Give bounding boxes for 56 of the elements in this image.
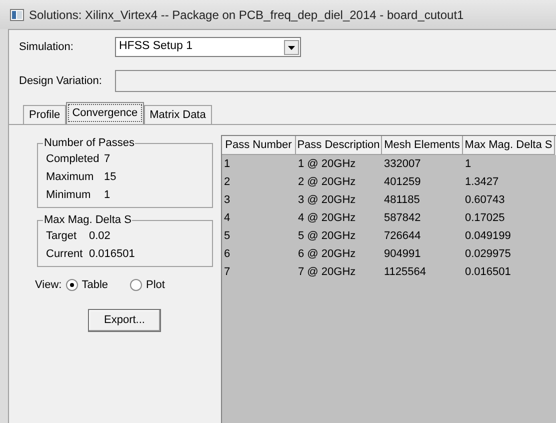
table-cell-text: 0.049199 xyxy=(464,228,512,244)
field-label: Completed xyxy=(46,152,100,167)
tab[interactable]: Matrix Data xyxy=(144,105,212,124)
column-header[interactable]: Pass Description xyxy=(296,136,382,155)
column-header[interactable]: Pass Number xyxy=(222,136,296,155)
field-value: 1 xyxy=(104,188,110,203)
field-label: Maximum xyxy=(46,170,95,185)
table-cell-text: 3 xyxy=(223,192,232,208)
table-cell-text: 6 xyxy=(223,246,232,262)
field-value: 0.016501 xyxy=(89,247,135,262)
tab[interactable]: Profile xyxy=(23,105,66,124)
design-variation-field[interactable] xyxy=(115,70,556,92)
window-icon xyxy=(10,8,24,20)
table-cell-text: 0.60743 xyxy=(464,192,506,208)
tab[interactable]: Convergence xyxy=(66,102,144,124)
column-header[interactable]: Mesh Elements xyxy=(382,136,463,155)
field-label: Target xyxy=(46,229,78,244)
table-cell-text: 1.3427 xyxy=(464,174,500,190)
table-cell-text: 0.17025 xyxy=(464,210,506,226)
table-cell-text: 4 xyxy=(223,210,232,226)
simulation-dropdown[interactable]: HFSS Setup 1 xyxy=(115,37,301,57)
table-cell-text: 7 @ 20GHz xyxy=(297,264,357,280)
table-cell-text: 726644 xyxy=(383,228,422,244)
table-cell-text: 0.029975 xyxy=(464,246,512,262)
table-cell-text: 401259 xyxy=(383,174,422,190)
group-title: Max Mag. Delta S xyxy=(43,214,132,227)
table-cell-text: 2 @ 20GHz xyxy=(297,174,357,190)
window-title: Solutions: Xilinx_Virtex4 -- Package on PCB_freq_dep_diel_2014 - board_cutout1 xyxy=(29,6,464,24)
table-cell-text: 1 @ 20GHz xyxy=(297,156,357,172)
table-cell-text: 5 @ 20GHz xyxy=(297,228,357,244)
table-cell-text: 1125564 xyxy=(383,264,428,280)
field-label: Minimum xyxy=(46,188,92,203)
field-value: 0.02 xyxy=(89,229,110,244)
table-cell-text: 481185 xyxy=(383,192,421,208)
table-cell-text: 6 @ 20GHz xyxy=(297,246,357,262)
table-cell-text: 904991 xyxy=(383,246,422,262)
field-label: Current xyxy=(46,247,84,262)
view-radio[interactable]: Table xyxy=(66,276,108,294)
export-button[interactable]: Export... xyxy=(88,309,161,332)
view-label: View: xyxy=(35,278,62,293)
table-cell-text: 5 xyxy=(223,228,232,244)
table-cell-text: 3 @ 20GHz xyxy=(297,192,357,208)
table-cell-text: 2 xyxy=(223,174,232,190)
table-cell-text: 4 @ 20GHz xyxy=(297,210,357,226)
field-value: 7 xyxy=(104,152,110,167)
table-cell-text: 587842 xyxy=(383,210,422,226)
table-cell-text: 0.016501 xyxy=(464,264,512,280)
field-value: 15 xyxy=(104,170,116,185)
table-cell-text: 1 xyxy=(223,156,232,172)
field-label: Simulation: xyxy=(19,40,74,55)
field-label: Design Variation: xyxy=(19,74,103,89)
view-radio[interactable]: Plot xyxy=(130,276,165,294)
column-header[interactable]: Max Mag. Delta S xyxy=(463,136,555,155)
table-cell-text: 7 xyxy=(223,264,232,280)
table-cell-text: 1 xyxy=(464,156,472,172)
table-cell-text: 332007 xyxy=(383,156,422,172)
